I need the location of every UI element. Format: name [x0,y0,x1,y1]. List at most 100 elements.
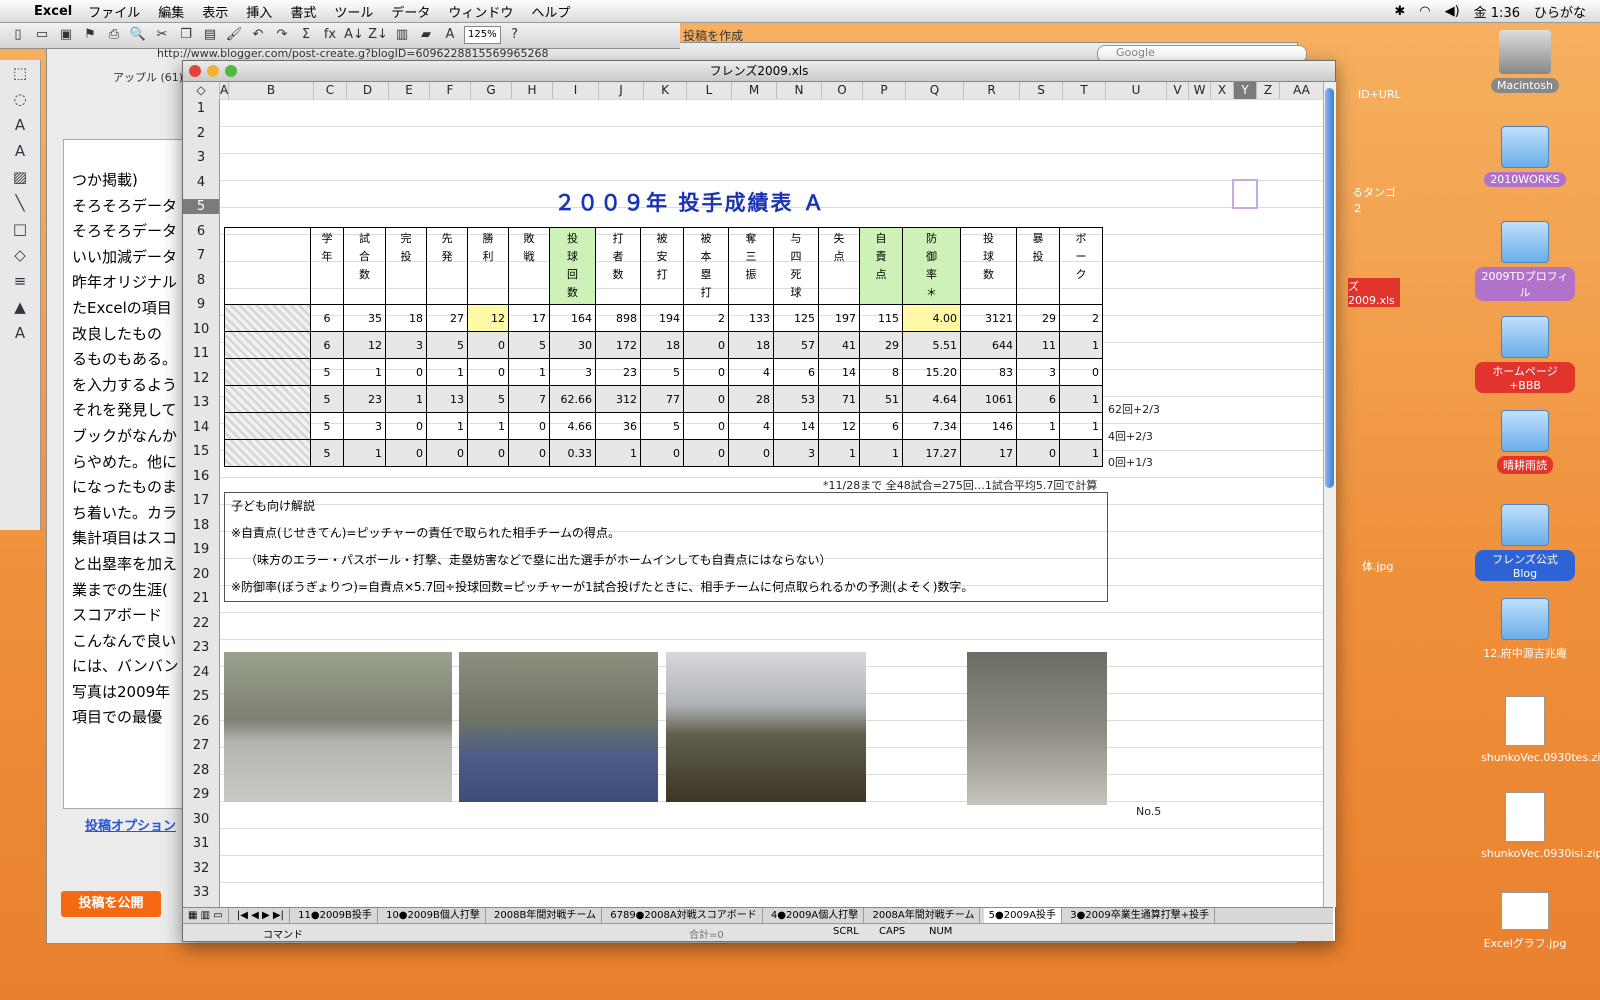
menu-edit[interactable]: 編集 [158,2,184,21]
stat-cell[interactable]: 1 [343,439,386,467]
stat-cell[interactable]: 2 [1059,304,1103,332]
stat-cell[interactable]: 0 [385,412,427,440]
stat-cell[interactable]: 71 [818,385,860,413]
col-Z[interactable]: Z [1257,82,1280,99]
tab-nav-arrows[interactable]: |◀ ◀ ▶ ▶| [232,908,290,924]
wordart-icon[interactable]: A [6,142,34,164]
col-AA[interactable]: AA [1280,82,1324,99]
sort-ascending-icon[interactable]: A↓ [344,26,364,44]
menu-help[interactable]: ヘルプ [531,2,570,21]
menu-window[interactable]: ウィンドウ [448,2,513,21]
new-document-icon[interactable]: ▯ [8,26,28,44]
stat-cell[interactable]: 77 [640,385,684,413]
vertical-scrollbar[interactable] [1323,82,1336,907]
function-icon[interactable]: fx [320,26,340,44]
view-toggle-icons[interactable]: ▦ ▥ ▭ [183,908,229,924]
stat-cell[interactable]: 17 [960,439,1017,467]
cut-icon[interactable]: ✂ [152,26,172,44]
shapes-icon[interactable]: ◇ [6,246,34,268]
row-header[interactable]: 23 [183,640,219,655]
stat-cell[interactable]: 5 [310,412,344,440]
stat-cell[interactable]: 133 [728,304,774,332]
stat-cell[interactable]: 6 [310,304,344,332]
clock[interactable]: 金 1:36 [1474,2,1520,21]
row-header[interactable]: 3 [183,150,219,165]
line-style-icon[interactable]: ≡ [6,272,34,294]
col-P[interactable]: P [863,82,906,99]
col-R[interactable]: R [964,82,1020,99]
stat-cell[interactable]: 53 [773,385,819,413]
stat-cell[interactable]: 29 [859,331,903,359]
row-header[interactable]: 12 [183,371,219,386]
row-header[interactable]: 19 [183,542,219,557]
stat-cell[interactable]: 6 [859,412,903,440]
sort-descending-icon[interactable]: Z↓ [368,26,388,44]
select-tool-icon[interactable]: ⬚ [6,64,34,86]
stat-cell[interactable]: 57 [773,331,819,359]
col-Q[interactable]: Q [906,82,964,99]
row-header[interactable]: 33 [183,885,219,900]
stat-cell[interactable]: 5 [508,331,550,359]
col-D[interactable]: D [347,82,389,99]
row-header[interactable]: 25 [183,689,219,704]
stat-cell[interactable]: 6 [1016,385,1060,413]
publish-post-button[interactable]: 投稿を公開 [61,891,161,917]
scroll-thumb[interactable] [1325,88,1334,488]
stat-cell[interactable]: 30 [549,331,596,359]
stat-cell[interactable]: 0 [683,385,729,413]
stat-cell[interactable]: 1 [343,358,386,386]
stat-cell[interactable]: 28 [728,385,774,413]
row-header[interactable]: 28 [183,763,219,778]
tab-2008b-opponents[interactable]: 2008B年間対戦チーム [489,908,603,924]
stat-cell[interactable]: 1061 [960,385,1017,413]
row-header[interactable]: 24 [183,665,219,680]
menu-data[interactable]: データ [391,2,430,21]
marquee-tool-icon[interactable]: ◌ [6,90,34,112]
stat-cell[interactable]: 23 [595,358,641,386]
bookmark-apple[interactable]: アップル (61) [113,69,183,85]
col-A[interactable]: A [220,82,229,99]
stat-cell[interactable]: 0 [508,439,550,467]
stat-cell[interactable]: 0 [467,439,509,467]
stat-cell[interactable]: 1 [426,412,468,440]
menu-app-name[interactable]: Excel [34,4,72,19]
volume-icon[interactable]: ◀) [1445,4,1460,19]
stat-cell[interactable]: 8 [859,358,903,386]
stat-cell[interactable]: 7.34 [902,412,961,440]
flag-icon[interactable]: ⚑ [80,26,100,44]
desktop-folder-2010works[interactable]: 2010WORKS [1475,126,1575,187]
tab-2009b-pitcher[interactable]: 11●2009B投手 [293,908,378,924]
save-icon[interactable]: ▣ [56,26,76,44]
desktop-folder-friends-blog[interactable]: フレンズ公式Blog [1475,504,1575,581]
row-header[interactable]: 10 [183,322,219,337]
stat-cell[interactable]: 18 [728,331,774,359]
picture-icon[interactable]: ▨ [6,168,34,190]
selected-cell[interactable] [1232,179,1258,209]
chart-wizard-icon[interactable]: ▥ [392,26,412,44]
row-header[interactable]: 7 [183,248,219,263]
tab-2008a-scoreboard[interactable]: 6789●2008A対戦スコアボード [605,908,763,924]
row-header[interactable]: 13 [183,395,219,410]
input-method[interactable]: ひらがな [1534,2,1586,21]
stat-cell[interactable]: 5 [310,358,344,386]
row-header[interactable]: 6 [183,224,219,239]
batting-photo[interactable] [967,652,1107,805]
stat-cell[interactable]: 5.51 [902,331,961,359]
stat-cell[interactable]: 0 [683,358,729,386]
worksheet-grid[interactable]: ２００９年 投手成績表 Ａ 学年 試合数 完投 先発 勝利 敗戦 投球回数 打者数 被安打 被本塁… [220,99,1323,907]
stat-cell[interactable]: 1 [1059,412,1103,440]
desktop-folder-homepage[interactable]: ホームページ+BBB [1475,316,1575,393]
stat-cell[interactable]: 164 [549,304,596,332]
col-G[interactable]: G [471,82,512,99]
stat-cell[interactable]: 4 [728,412,774,440]
menu-insert[interactable]: 挿入 [246,2,272,21]
autosum-icon[interactable]: Σ [296,26,316,44]
row-header[interactable]: 16 [183,469,219,484]
stat-cell[interactable]: 115 [859,304,903,332]
text-box-icon[interactable]: A [440,26,460,44]
stat-cell[interactable]: 0 [385,439,427,467]
copy-icon[interactable]: ❐ [176,26,196,44]
row-header[interactable]: 20 [183,567,219,582]
row-header[interactable]: 31 [183,836,219,851]
stat-cell[interactable]: 0 [1059,358,1103,386]
